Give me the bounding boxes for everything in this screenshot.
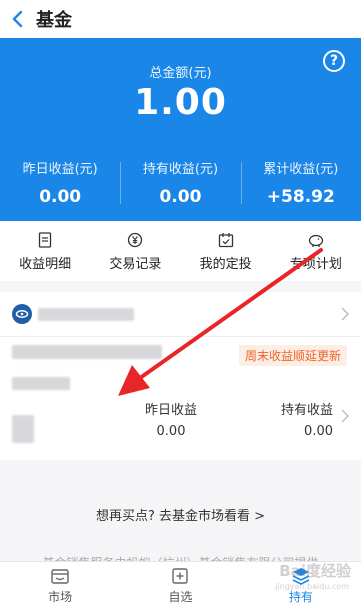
nav-earnings-detail[interactable]: 收益明细 — [0, 221, 90, 281]
nav-my-auto-invest[interactable]: 我的定投 — [181, 221, 271, 281]
nav-label: 交易记录 — [109, 256, 162, 272]
stat-yesterday[interactable]: 昨日收益(元) 0.00 — [0, 158, 120, 210]
total-amount-value: 1.00 — [134, 82, 227, 123]
stat-value: 0.00 — [39, 187, 82, 207]
fund-company-logo-icon — [12, 304, 32, 324]
chevron-right-icon — [341, 409, 349, 423]
tab-watchlist[interactable]: 自选 — [120, 562, 240, 609]
stat-label: 累计收益(元) — [263, 162, 339, 177]
stats-row: 昨日收益(元) 0.00 持有收益(元) 0.00 累计收益(元) +58.92 — [0, 158, 361, 210]
stat-label: 持有收益(元) — [142, 162, 219, 177]
nav-label: 我的定投 — [199, 256, 252, 272]
stat-holding[interactable]: 持有收益(元) 0.00 — [120, 158, 240, 210]
fund-amount-redacted — [12, 377, 70, 390]
chevron-right-icon — [341, 307, 349, 321]
page-title: 基金 — [36, 10, 72, 31]
fund-metrics-row: 昨日收益 0.00 持有收益 0.00 — [0, 377, 361, 457]
fund-header-row[interactable] — [0, 292, 361, 337]
stat-value: 0.00 — [159, 187, 202, 207]
fund-value-redacted — [12, 415, 34, 443]
back-button[interactable] — [2, 0, 32, 38]
chevron-left-icon — [12, 10, 23, 28]
nav-special-plan[interactable]: 专项计划 — [271, 221, 361, 281]
fund-holding-card[interactable]: 周末收益顺延更新 昨日收益 0.00 持有收益 0.00 — [0, 292, 361, 460]
quick-nav: 收益明细 交易记录 我的定投 专项计划 — [0, 221, 361, 281]
tab-label: 市场 — [48, 589, 73, 604]
stat-label: 昨日收益(元) — [22, 162, 98, 177]
watermark-url: jingyan.baidu.com — [275, 582, 349, 591]
total-amount-label: 总金额(元) — [149, 66, 212, 81]
fund-title-row: 周末收益顺延更新 — [0, 337, 361, 377]
tab-market[interactable]: 市场 — [0, 562, 120, 609]
stat-value: +58.92 — [266, 187, 335, 207]
metric-value: 0.00 — [304, 424, 333, 439]
calendar-icon — [218, 231, 234, 249]
metric-yesterday: 昨日收益 0.00 — [143, 399, 199, 439]
metric-label: 昨日收益 — [144, 403, 197, 418]
go-to-fund-market-link[interactable]: 想再买点? 去基金市场看看 > — [0, 505, 361, 524]
fund-title-redacted — [12, 345, 162, 359]
metric-holding: 持有收益 0.00 — [281, 399, 333, 439]
top-bar: 基金 — [0, 0, 361, 38]
metric-label: 持有收益 — [280, 403, 333, 418]
yen-coin-icon — [127, 231, 143, 249]
piggy-bank-icon — [307, 231, 325, 249]
market-icon — [51, 568, 69, 584]
nav-label: 专项计划 — [289, 256, 342, 272]
metric-value: 0.00 — [156, 424, 186, 439]
add-square-icon — [172, 567, 189, 584]
fund-name-redacted — [38, 307, 134, 321]
nav-label: 收益明细 — [19, 256, 72, 272]
baidu-jingyan-watermark: Bai度经验 — [279, 562, 351, 580]
stat-cumulative[interactable]: 累计收益(元) +58.92 — [240, 158, 361, 210]
tab-label: 自选 — [168, 589, 193, 604]
summary-panel: ? 总金额(元) 1.00 昨日收益(元) 0.00 持有收益(元) 0.00 … — [0, 38, 361, 221]
weekend-update-badge: 周末收益顺延更新 — [238, 345, 347, 366]
nav-transaction-records[interactable]: 交易记录 — [90, 221, 180, 281]
document-icon — [38, 231, 52, 249]
